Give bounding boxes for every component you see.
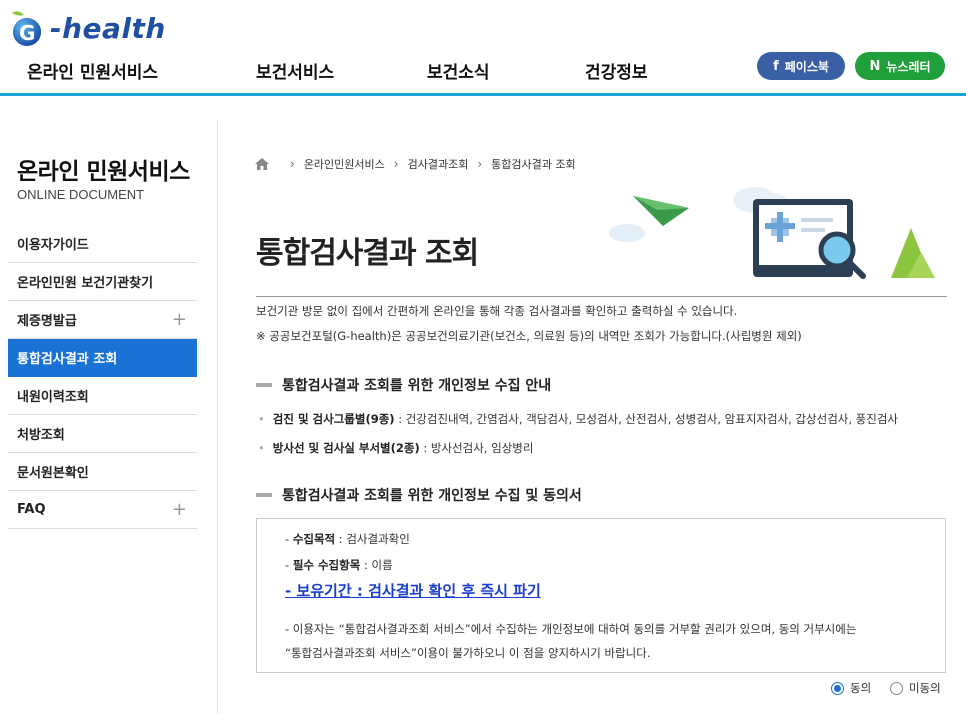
search-results-illustration xyxy=(609,187,935,279)
g-logo-icon: G xyxy=(8,9,46,47)
list-item-label: 방사선 및 검사실 부서별(2종) xyxy=(272,441,420,455)
bullet-icon: • xyxy=(258,441,265,455)
newsletter-icon: N xyxy=(869,58,881,74)
sidebar-item-label: 제증명발급 xyxy=(17,314,77,329)
newsletter-button[interactable]: N 뉴스레터 xyxy=(855,52,945,80)
page-notice: ※ 공공보건포털(G-health)은 공공보건의료기관(보건소, 의료원 등)… xyxy=(256,329,802,343)
sidebar-item-user-guide[interactable]: 이용자가이드 xyxy=(8,225,197,263)
disagree-radio[interactable]: 미동의 xyxy=(890,680,941,696)
sidebar-item-label: 이용자가이드 xyxy=(17,238,89,253)
bullet-icon: • xyxy=(258,412,265,426)
section-bar-icon xyxy=(256,493,272,497)
sidebar-item-label: 내원이력조회 xyxy=(17,390,89,405)
expand-plus-icon[interactable]: + xyxy=(172,309,187,330)
sidebar-item-certificate[interactable]: 제증명발급 + xyxy=(8,301,197,339)
list-item-text: : 방사선검사, 임상병리 xyxy=(419,441,534,455)
consent-purpose: - 수집목적 : 검사결과확인 xyxy=(285,532,410,546)
sidebar-item-label: 문서원본확인 xyxy=(17,466,89,481)
disagree-label: 미동의 xyxy=(909,681,941,695)
sidebar-item-find-health-center[interactable]: 온라인민원 보건기관찾기 xyxy=(8,263,197,301)
agree-radio[interactable]: 동의 xyxy=(831,680,871,696)
gnb-health-service[interactable]: 보건서비스 xyxy=(256,58,334,83)
sidebar-item-integrated-results[interactable]: 통합검사결과 조회 xyxy=(8,339,197,377)
title-divider xyxy=(256,296,947,297)
sidebar-item-label: 처방조회 xyxy=(17,428,65,443)
consent-purpose-text: : 검사결과확인 xyxy=(335,532,410,546)
list-item-text: : 건강검진내역, 간염검사, 객담검사, 모성검사, 산전검사, 성병검사, … xyxy=(394,412,898,426)
chevron-right-icon: › xyxy=(393,157,399,171)
sidebar-item-prescription[interactable]: 처방조회 xyxy=(8,415,197,453)
facebook-icon: f xyxy=(773,58,779,74)
radio-unchecked-icon[interactable] xyxy=(890,681,903,695)
sidebar-item-label: FAQ xyxy=(17,502,46,517)
consent-retention: - 보유기간 : 검사결과 확인 후 즉시 파기 xyxy=(285,582,541,600)
consent-notice-line2: “통합검사결과조회 서비스”이용이 불가하오니 이 점을 양지하시기 바랍니다. xyxy=(285,646,651,660)
consent-purpose-label: 수집목적 xyxy=(292,532,336,546)
gnb-health-info[interactable]: 건강정보 xyxy=(585,58,648,83)
breadcrumb: › 온라인민원서비스 › 검사결과조회 › 통합검사결과 조회 xyxy=(255,156,576,172)
chevron-right-icon: › xyxy=(290,157,295,171)
section-privacy-info: 통합검사결과 조회를 위한 개인정보 수집 안내 xyxy=(256,375,551,395)
page-description: 보건기관 방문 없이 집에서 간편하게 온라인을 통해 각종 검사결과를 확인하… xyxy=(256,304,738,318)
list-item: • 검진 및 검사그룹별(9종) : 건강검진내역, 간염검사, 객담검사, 모성… xyxy=(258,411,898,427)
gnb-health-news[interactable]: 보건소식 xyxy=(427,58,490,83)
home-icon[interactable] xyxy=(255,158,269,170)
sidebar-item-visit-history[interactable]: 내원이력조회 xyxy=(8,377,197,415)
section-consent: 통합검사결과 조회를 위한 개인정보 수집 및 동의서 xyxy=(256,485,582,505)
site-logo[interactable]: G -health xyxy=(8,8,166,48)
sidebar-item-faq[interactable]: FAQ + xyxy=(8,491,197,529)
svg-text:G: G xyxy=(19,21,35,45)
sidebar-item-label: 온라인민원 보건기관찾기 xyxy=(17,276,154,291)
facebook-button[interactable]: f 페이스북 xyxy=(757,52,845,80)
gnb-online-service[interactable]: 온라인 민원서비스 xyxy=(27,58,158,83)
facebook-label: 페이스북 xyxy=(784,59,829,74)
page-title: 통합검사결과 조회 xyxy=(256,236,479,271)
site-header: G -health 온라인 민원서비스 보건서비스 보건소식 건강정보 f 페이… xyxy=(0,0,966,96)
logo-text: -health xyxy=(50,11,166,45)
sidebar-item-document-verify[interactable]: 문서원본확인 xyxy=(8,453,197,491)
sidebar-menu: 이용자가이드 온라인민원 보건기관찾기 제증명발급 + 통합검사결과 조회 내원… xyxy=(8,225,197,529)
chevron-right-icon: › xyxy=(477,157,483,171)
newsletter-label: 뉴스레터 xyxy=(886,59,931,74)
consent-box: - 수집목적 : 검사결과확인 - 필수 수집항목 : 이름 - 보유기간 : … xyxy=(256,518,946,673)
section-title: 통합검사결과 조회를 위한 개인정보 수집 및 동의서 xyxy=(282,488,582,504)
breadcrumb-item[interactable]: 통합검사결과 조회 xyxy=(491,156,575,172)
breadcrumb-item[interactable]: 검사결과조회 xyxy=(408,156,469,172)
consent-items-text: : 이름 xyxy=(360,558,393,572)
breadcrumb-item[interactable]: 온라인민원서비스 xyxy=(304,156,385,172)
sidebar-divider xyxy=(217,120,218,713)
consent-notice-line1: - 이용자는 “통합검사결과조회 서비스”에서 수집하는 개인정보에 대하여 동… xyxy=(285,622,857,636)
list-item: • 방사선 및 검사실 부서별(2종) : 방사선검사, 임상병리 xyxy=(258,440,533,456)
consent-items: - 필수 수집항목 : 이름 xyxy=(285,558,393,572)
sidebar-title: 온라인 민원서비스 xyxy=(17,159,190,185)
sidebar-item-label: 통합검사결과 조회 xyxy=(17,352,118,367)
section-title: 통합검사결과 조회를 위한 개인정보 수집 안내 xyxy=(282,378,552,394)
section-bar-icon xyxy=(256,383,272,387)
agree-label: 동의 xyxy=(850,681,872,695)
consent-items-label: 필수 수집항목 xyxy=(292,558,361,572)
list-item-label: 검진 및 검사그룹별(9종) xyxy=(272,412,395,426)
sidebar-subtitle: ONLINE DOCUMENT xyxy=(17,187,145,202)
expand-plus-icon[interactable]: + xyxy=(172,499,187,520)
radio-checked-icon[interactable] xyxy=(831,681,844,695)
